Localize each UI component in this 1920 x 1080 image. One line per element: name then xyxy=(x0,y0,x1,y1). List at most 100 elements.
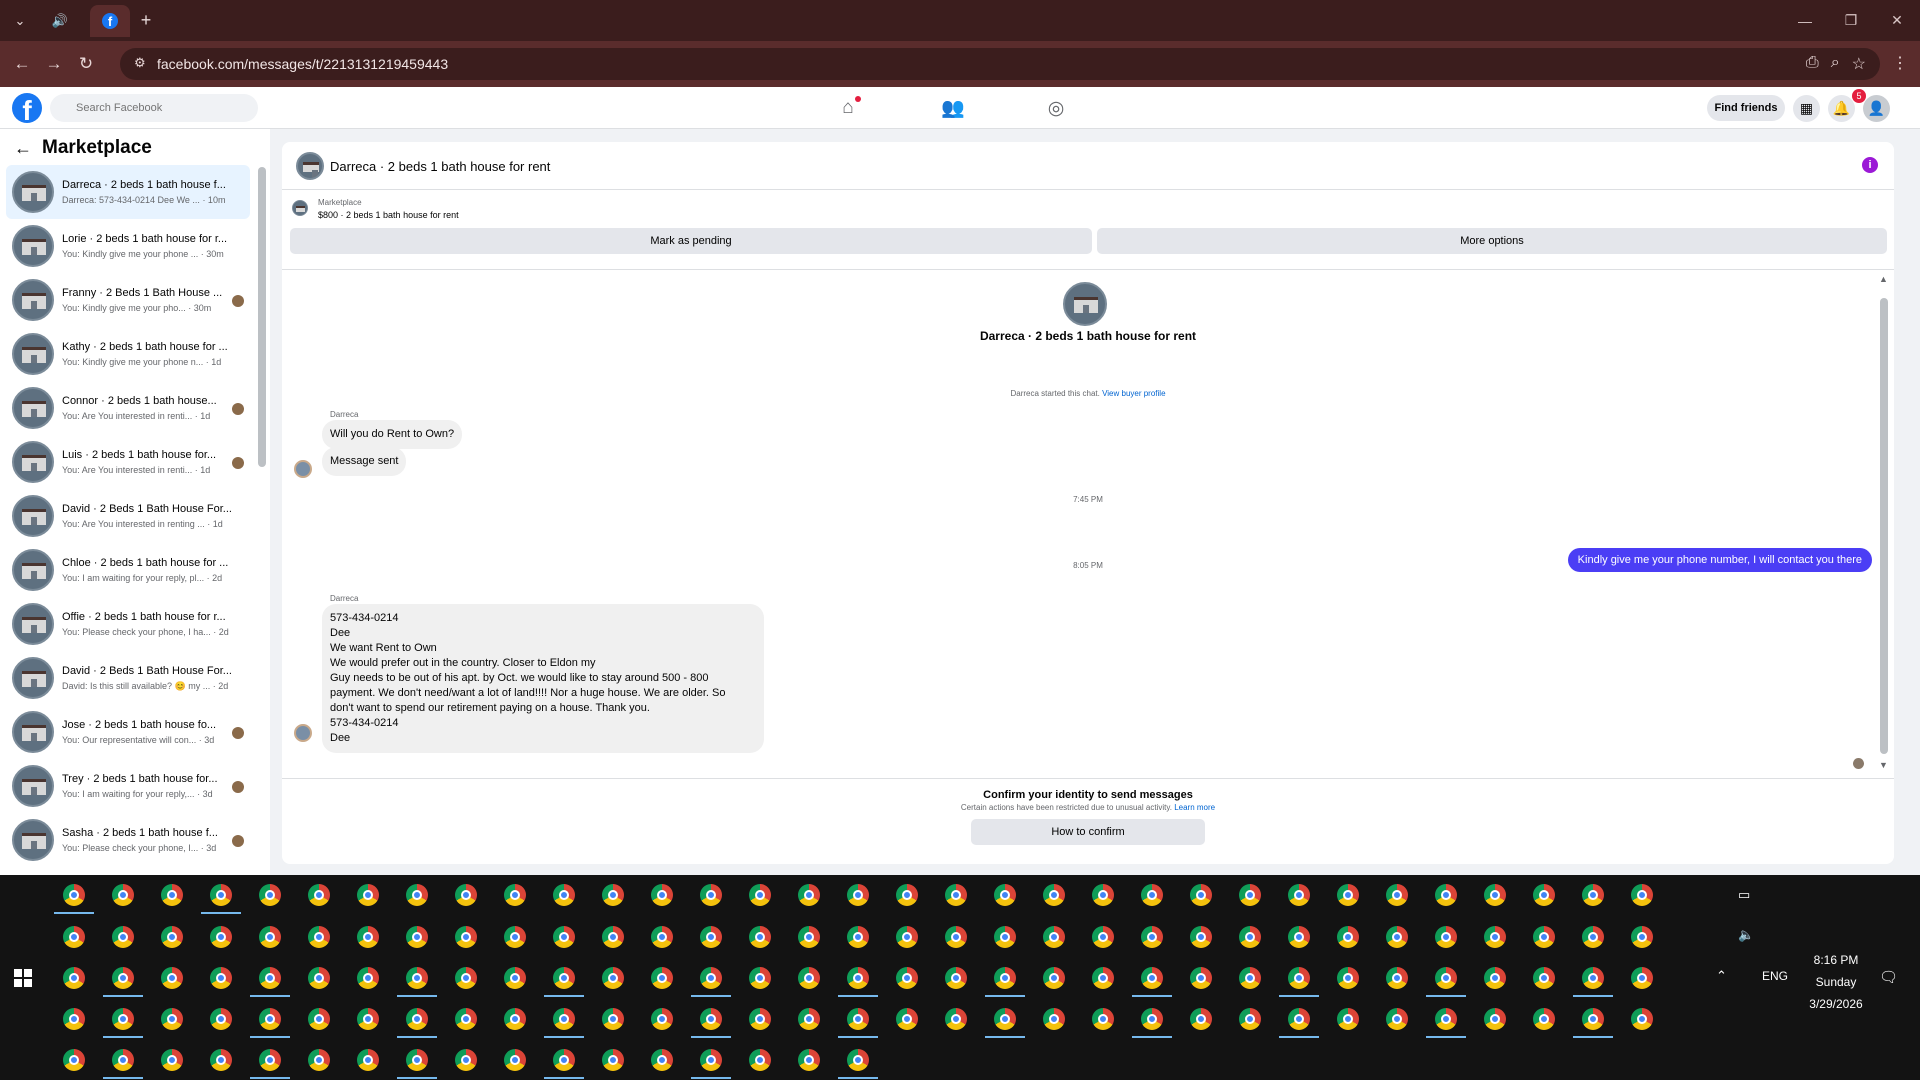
sender-avatar[interactable] xyxy=(294,460,312,478)
chrome-taskbar-icon[interactable] xyxy=(1530,923,1558,951)
chrome-taskbar-icon[interactable] xyxy=(60,923,88,951)
chrome-taskbar-icon[interactable] xyxy=(942,923,970,951)
chrome-taskbar-icon[interactable] xyxy=(985,1005,1025,1038)
tab-facebook[interactable]: f xyxy=(90,5,130,37)
find-friends-button[interactable]: Find friends xyxy=(1707,95,1785,121)
view-buyer-profile-link[interactable]: View buyer profile xyxy=(1102,389,1165,398)
chrome-taskbar-icon[interactable] xyxy=(893,923,921,951)
chrome-taskbar-icon[interactable] xyxy=(1383,881,1411,909)
learn-more-link[interactable]: Learn more xyxy=(1174,803,1215,812)
chrome-taskbar-icon[interactable] xyxy=(1089,1005,1117,1033)
install-icon[interactable]: ⎙ xyxy=(1806,54,1819,74)
chrome-taskbar-icon[interactable] xyxy=(250,1005,290,1038)
chrome-taskbar-icon[interactable] xyxy=(158,1005,186,1033)
chrome-taskbar-icon[interactable] xyxy=(354,964,382,992)
chrome-taskbar-icon[interactable] xyxy=(103,1005,143,1038)
chrome-taskbar-icon[interactable] xyxy=(1285,923,1313,951)
message-bubble-long[interactable]: 573-434-0214 Dee We want Rent to Own We wou… xyxy=(322,604,764,753)
chrome-taskbar-icon[interactable] xyxy=(397,1005,437,1038)
sender-avatar[interactable] xyxy=(294,724,312,742)
chrome-taskbar-icon[interactable] xyxy=(599,1046,627,1074)
chrome-taskbar-icon[interactable] xyxy=(158,1046,186,1074)
chrome-taskbar-icon[interactable] xyxy=(397,964,437,997)
bookmark-star-icon[interactable]: ☆ xyxy=(1852,54,1866,74)
chrome-taskbar-icon[interactable] xyxy=(1279,1005,1319,1038)
tray-chevron-icon[interactable]: ⌃ xyxy=(1716,968,1727,984)
chrome-taskbar-icon[interactable] xyxy=(403,923,431,951)
listing-price[interactable]: $800 · 2 beds 1 bath house for rent xyxy=(318,210,459,220)
chrome-taskbar-icon[interactable] xyxy=(1530,964,1558,992)
chrome-taskbar-icon[interactable] xyxy=(305,923,333,951)
omnibox[interactable]: ⚙ facebook.com/messages/t/22131312194594… xyxy=(120,48,1880,80)
scroll-up-arrow-icon[interactable]: ▲ xyxy=(1879,274,1888,284)
chrome-taskbar-icon[interactable] xyxy=(1628,923,1656,951)
conversation-item[interactable]: Chloe · 2 beds 1 bath house for ... You: … xyxy=(6,543,250,597)
chrome-taskbar-icon[interactable] xyxy=(697,881,725,909)
chrome-taskbar-icon[interactable] xyxy=(746,964,774,992)
conversation-item[interactable]: Darreca · 2 beds 1 bath house f... Darrec… xyxy=(6,165,250,219)
chrome-taskbar-icon[interactable] xyxy=(1334,964,1362,992)
chrome-taskbar-icon[interactable] xyxy=(305,1005,333,1033)
chrome-taskbar-icon[interactable] xyxy=(942,881,970,909)
chrome-taskbar-icon[interactable] xyxy=(1132,1005,1172,1038)
chrome-taskbar-icon[interactable] xyxy=(844,923,872,951)
chrome-taskbar-icon[interactable] xyxy=(1334,881,1362,909)
chrome-taskbar-icon[interactable] xyxy=(648,923,676,951)
chrome-taskbar-icon[interactable] xyxy=(795,1046,823,1074)
more-options-button[interactable]: More options xyxy=(1097,228,1887,254)
chrome-taskbar-icon[interactable] xyxy=(746,1005,774,1033)
chrome-taskbar-icon[interactable] xyxy=(1285,881,1313,909)
close-icon[interactable]: ✕ xyxy=(1874,0,1920,41)
chrome-taskbar-icon[interactable] xyxy=(54,881,94,914)
groups-icon[interactable]: ◎ xyxy=(1044,96,1068,120)
chrome-taskbar-icon[interactable] xyxy=(1383,964,1411,992)
chrome-taskbar-icon[interactable] xyxy=(103,964,143,997)
message-bubble[interactable]: Will you do Rent to Own? xyxy=(322,420,463,449)
language-indicator[interactable]: ENG xyxy=(1762,969,1788,983)
chrome-taskbar-icon[interactable] xyxy=(452,1046,480,1074)
friends-icon[interactable]: 👥 xyxy=(941,96,965,120)
chrome-taskbar-icon[interactable] xyxy=(452,881,480,909)
sidebar-scrollbar[interactable] xyxy=(258,167,266,467)
chrome-taskbar-icon[interactable] xyxy=(550,923,578,951)
chrome-taskbar-icon[interactable] xyxy=(691,964,731,997)
chrome-taskbar-icon[interactable] xyxy=(1089,923,1117,951)
chrome-taskbar-icon[interactable] xyxy=(158,923,186,951)
chrome-taskbar-icon[interactable] xyxy=(60,964,88,992)
thread-title[interactable]: Darreca · 2 beds 1 bath house for rent xyxy=(330,159,550,174)
chrome-taskbar-icon[interactable] xyxy=(354,881,382,909)
zoom-icon[interactable]: ⌕ xyxy=(1831,54,1840,74)
chrome-taskbar-icon[interactable] xyxy=(838,1005,878,1038)
mark-pending-button[interactable]: Mark as pending xyxy=(290,228,1092,254)
chrome-taskbar-icon[interactable] xyxy=(1426,964,1466,997)
conversation-item[interactable]: Sasha · 2 beds 1 bath house f... You: Ple… xyxy=(6,813,250,867)
chrome-taskbar-icon[interactable] xyxy=(1426,1005,1466,1038)
chrome-taskbar-icon[interactable] xyxy=(1530,881,1558,909)
chrome-taskbar-icon[interactable] xyxy=(403,881,431,909)
conversation-item[interactable]: Connor · 2 beds 1 bath house... You: Are … xyxy=(6,381,250,435)
chrome-taskbar-icon[interactable] xyxy=(501,1046,529,1074)
chrome-taskbar-icon[interactable] xyxy=(697,923,725,951)
reload-icon[interactable]: ↻ xyxy=(70,48,102,80)
chrome-taskbar-icon[interactable] xyxy=(354,1046,382,1074)
chrome-taskbar-icon[interactable] xyxy=(1334,1005,1362,1033)
chrome-taskbar-icon[interactable] xyxy=(893,1005,921,1033)
chrome-taskbar-icon[interactable] xyxy=(893,881,921,909)
how-to-confirm-button[interactable]: How to confirm xyxy=(971,819,1205,845)
menu-grid-icon[interactable]: ▦ xyxy=(1793,95,1820,122)
chrome-taskbar-icon[interactable] xyxy=(599,881,627,909)
chrome-taskbar-icon[interactable] xyxy=(305,1046,333,1074)
chrome-taskbar-icon[interactable] xyxy=(1481,1005,1509,1033)
conversation-item[interactable]: Franny · 2 Beds 1 Bath House ... You: Kin… xyxy=(6,273,250,327)
chrome-taskbar-icon[interactable] xyxy=(1573,964,1613,997)
chrome-taskbar-icon[interactable] xyxy=(158,964,186,992)
chrome-taskbar-icon[interactable] xyxy=(103,1046,143,1079)
chrome-taskbar-icon[interactable] xyxy=(397,1046,437,1079)
chrome-taskbar-icon[interactable] xyxy=(599,923,627,951)
back-arrow-icon[interactable]: ← xyxy=(14,138,32,159)
conversation-item[interactable]: Trey · 2 beds 1 bath house for... You: I … xyxy=(6,759,250,813)
chrome-taskbar-icon[interactable] xyxy=(648,1005,676,1033)
chrome-taskbar-icon[interactable] xyxy=(1040,881,1068,909)
chrome-taskbar-icon[interactable] xyxy=(1236,923,1264,951)
tray-volume-icon[interactable]: 🔈 xyxy=(1738,927,1754,943)
